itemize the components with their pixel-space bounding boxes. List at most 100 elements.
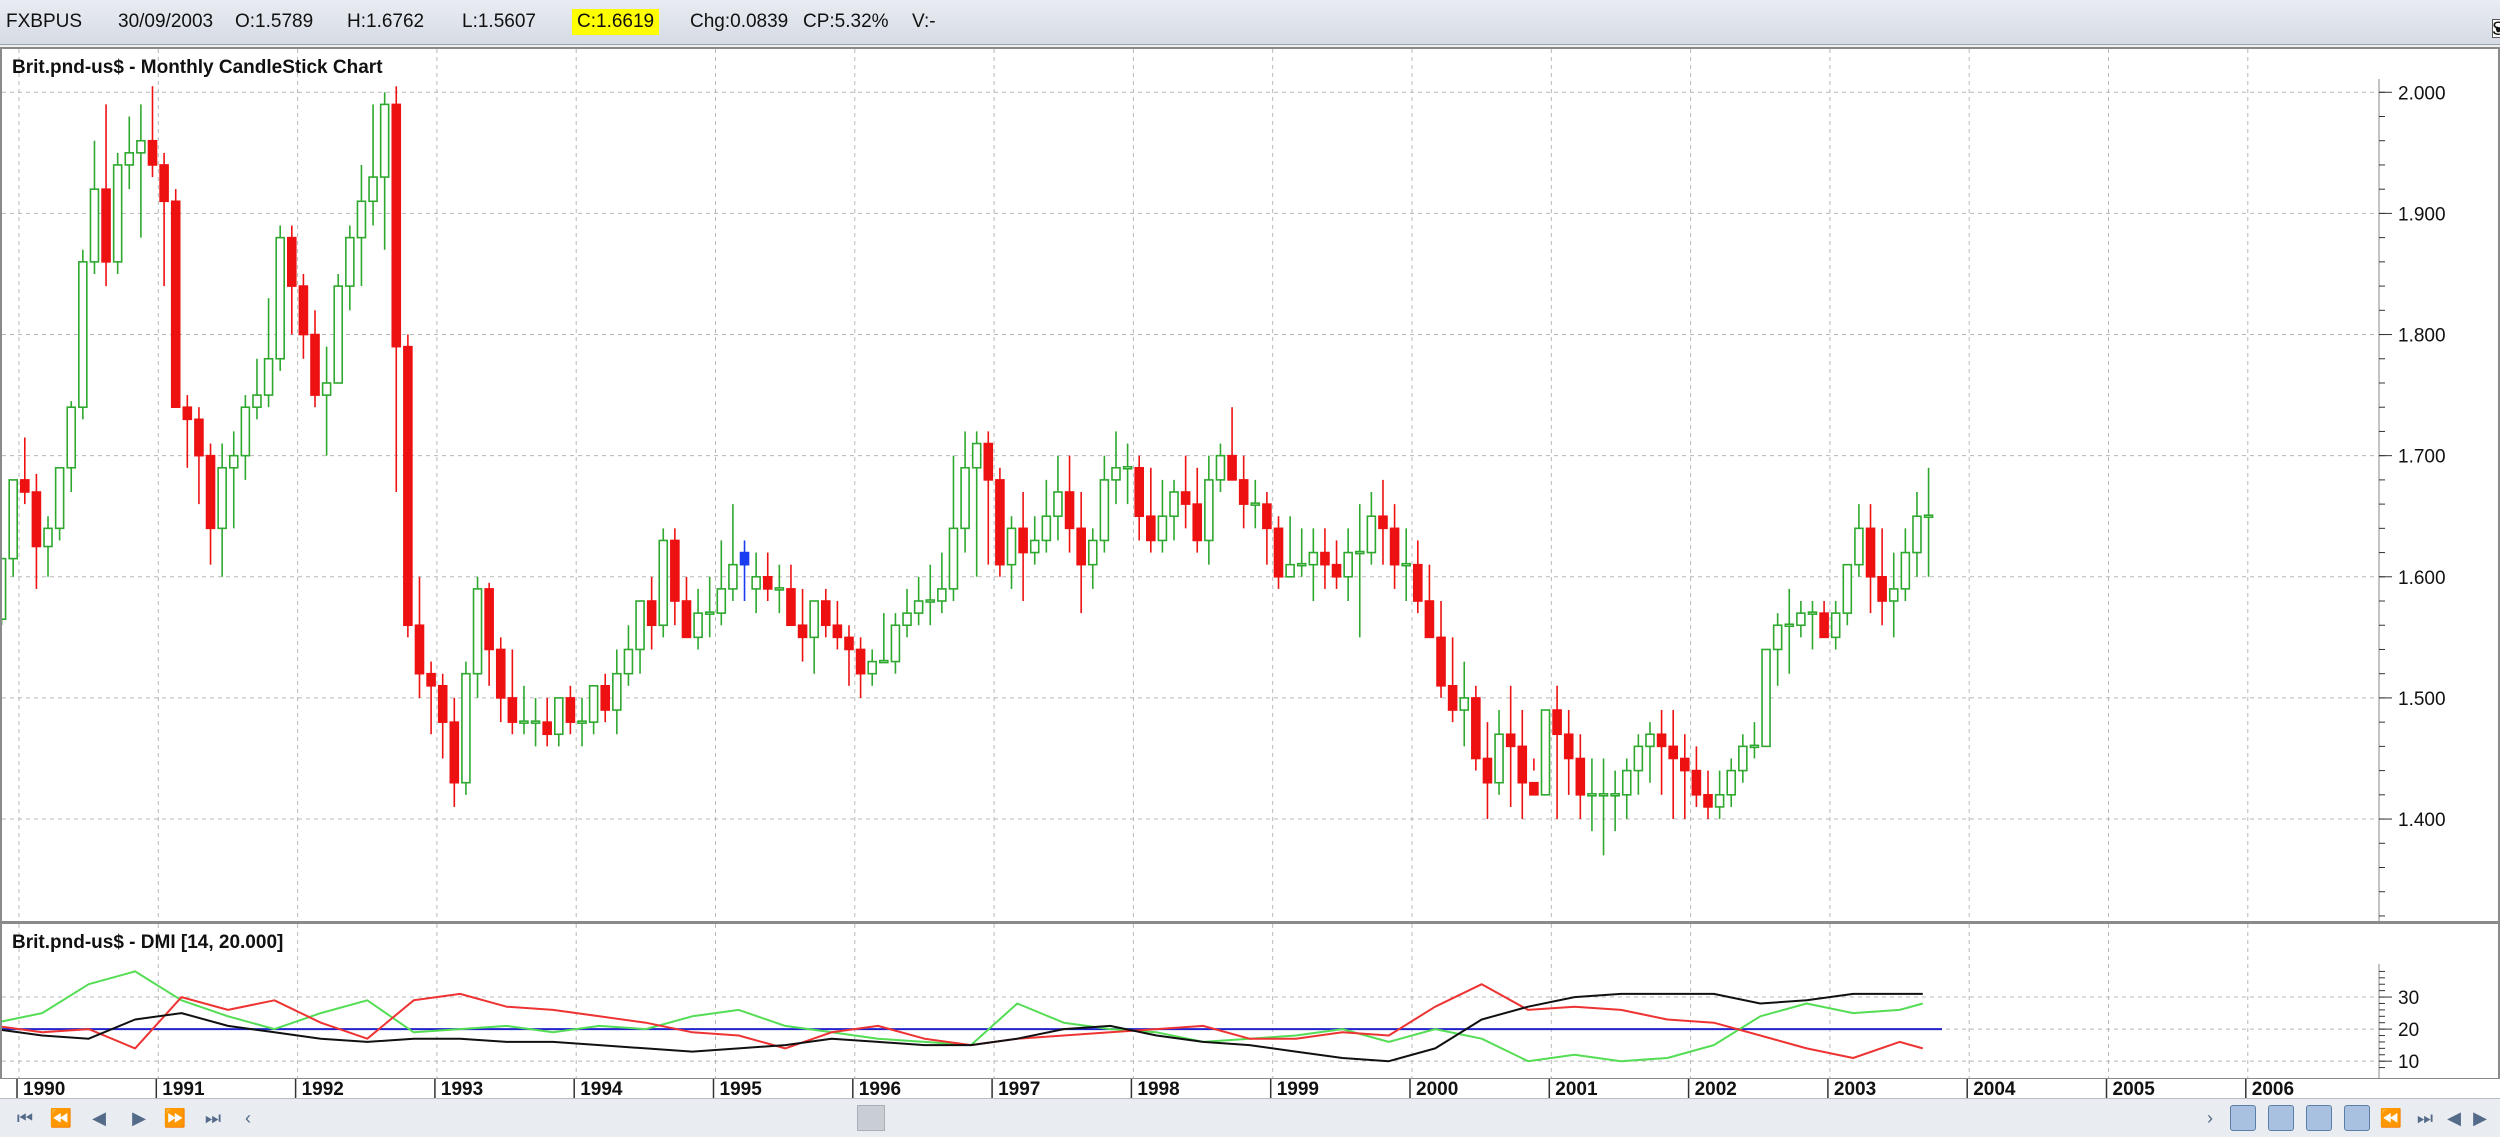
candle — [43, 516, 53, 577]
nav-end-icon[interactable]: ⏭ — [2412, 1105, 2438, 1131]
last-icon[interactable]: ⏭ — [200, 1105, 226, 1131]
candle-body — [913, 600, 924, 614]
candle — [472, 576, 483, 698]
candle-body — [1923, 514, 1934, 519]
candle-body — [1517, 745, 1528, 784]
date-tick-label: 2003 — [1834, 1079, 1876, 1099]
candle-body — [78, 261, 88, 409]
candle-body — [286, 236, 297, 287]
candle-body — [1691, 769, 1702, 796]
change-pct-label: CP:5.32% — [803, 11, 889, 32]
adx-line — [2, 992, 1923, 1063]
candle-body — [1227, 454, 1237, 481]
candle-body — [345, 236, 355, 287]
candle-body — [600, 685, 611, 711]
candle — [1726, 758, 1737, 807]
candle — [1436, 601, 1446, 698]
scroll-right-icon[interactable]: › — [2200, 1105, 2220, 1131]
price-tick-label: 1.400 — [2398, 810, 2446, 831]
candle-body — [136, 139, 146, 154]
next-icon[interactable]: ▶ — [126, 1105, 152, 1131]
candle — [1610, 770, 1620, 832]
scrollbar-thumb[interactable] — [857, 1105, 885, 1131]
candle — [1389, 504, 1400, 589]
candle-body — [797, 624, 808, 639]
candle — [530, 697, 541, 747]
candle-body — [1111, 466, 1121, 481]
dmi-tick-label: 10 — [2398, 1052, 2419, 1073]
candle — [913, 576, 924, 626]
first-icon[interactable]: ⏮ — [12, 1105, 38, 1131]
candle-body — [1726, 769, 1737, 796]
candle-body — [1807, 611, 1818, 615]
candle — [553, 697, 564, 747]
candle — [310, 310, 320, 408]
candle-body — [1540, 709, 1551, 796]
candle — [8, 479, 18, 577]
candle-body — [1413, 563, 1423, 602]
candle — [345, 225, 355, 311]
candle-body — [194, 418, 204, 457]
pan-icon[interactable] — [2306, 1105, 2332, 1131]
candle-body — [1587, 793, 1597, 797]
price-tick-label: 1.600 — [2398, 568, 2446, 589]
candlestick-panel[interactable]: 2.000 1.900 1.800 1.700 1.600 1.500 1.400 Brit… — [0, 47, 2500, 923]
navigation-scrollbar[interactable]: ⏮ ⏪ ◀ ▶ ⏩ ⏭ ‹ › ⏪ ⏭ ◀ ▶ — [0, 1098, 2500, 1137]
candle-body — [1389, 527, 1400, 566]
candle-body — [252, 394, 262, 409]
candle — [217, 443, 227, 577]
candle-body — [937, 588, 947, 602]
candle — [1064, 455, 1075, 553]
candle — [693, 588, 703, 650]
prev-page-icon[interactable]: ⏪ — [48, 1105, 74, 1131]
candle — [1830, 601, 1841, 650]
candle — [1691, 746, 1702, 807]
zoom-out-icon[interactable] — [2268, 1105, 2294, 1131]
candle — [1192, 467, 1203, 553]
dmi-chart[interactable]: 30 20 10 — [2, 924, 2498, 1078]
candle — [925, 564, 936, 626]
candle-body — [1575, 757, 1586, 796]
candle-body — [1679, 757, 1690, 772]
fit-icon[interactable] — [2344, 1105, 2370, 1131]
candle — [1784, 588, 1795, 674]
candle — [1842, 563, 1853, 626]
date-tick-label: 1994 — [580, 1079, 623, 1099]
nav-next-icon[interactable]: ▶ — [2470, 1105, 2490, 1131]
date-tick-label: 1990 — [23, 1079, 65, 1099]
candle — [1598, 758, 1609, 856]
candle-body — [1494, 733, 1504, 784]
candlestick-chart-title: Brit.pnd-us$ - Monthly CandleStick Chart — [12, 57, 383, 78]
candle-body — [217, 466, 227, 530]
candle — [1366, 492, 1377, 565]
candle — [542, 697, 552, 747]
candle-body — [356, 200, 367, 239]
nav-prev-icon[interactable]: ◀ — [2444, 1105, 2464, 1131]
candle — [704, 576, 715, 638]
candle-body — [1900, 551, 1911, 590]
price-tick-label: 1.800 — [2398, 326, 2446, 347]
candle-body — [1738, 745, 1748, 772]
candlestick-chart[interactable]: 2.000 1.900 1.800 1.700 1.600 1.500 1.400 — [2, 49, 2498, 921]
candle — [728, 504, 738, 602]
date-tick-label: 1995 — [720, 1079, 763, 1099]
candle — [1180, 455, 1191, 529]
candle-body — [960, 466, 970, 530]
candle — [495, 637, 506, 723]
date-tick-label: 1993 — [441, 1079, 483, 1099]
zoom-in-icon[interactable] — [2230, 1105, 2256, 1131]
prev-icon[interactable]: ◀ — [86, 1105, 112, 1131]
next-page-icon[interactable]: ⏩ — [162, 1105, 188, 1131]
candle-body — [762, 575, 773, 590]
dmi-tick-label: 20 — [2398, 1020, 2419, 1041]
candle — [1447, 637, 1458, 723]
candle-body — [565, 697, 576, 723]
candle — [1413, 540, 1423, 614]
candle-body — [728, 563, 738, 590]
candle-body — [577, 720, 587, 724]
candle — [1099, 455, 1110, 553]
candle — [971, 431, 982, 577]
nav-back-icon[interactable]: ⏪ — [2378, 1105, 2404, 1131]
scroll-left-icon[interactable]: ‹ — [238, 1105, 258, 1131]
dmi-panel[interactable]: 30 20 10 Brit.pnd-us$ - DMI [14, 20.000] — [0, 922, 2500, 1080]
